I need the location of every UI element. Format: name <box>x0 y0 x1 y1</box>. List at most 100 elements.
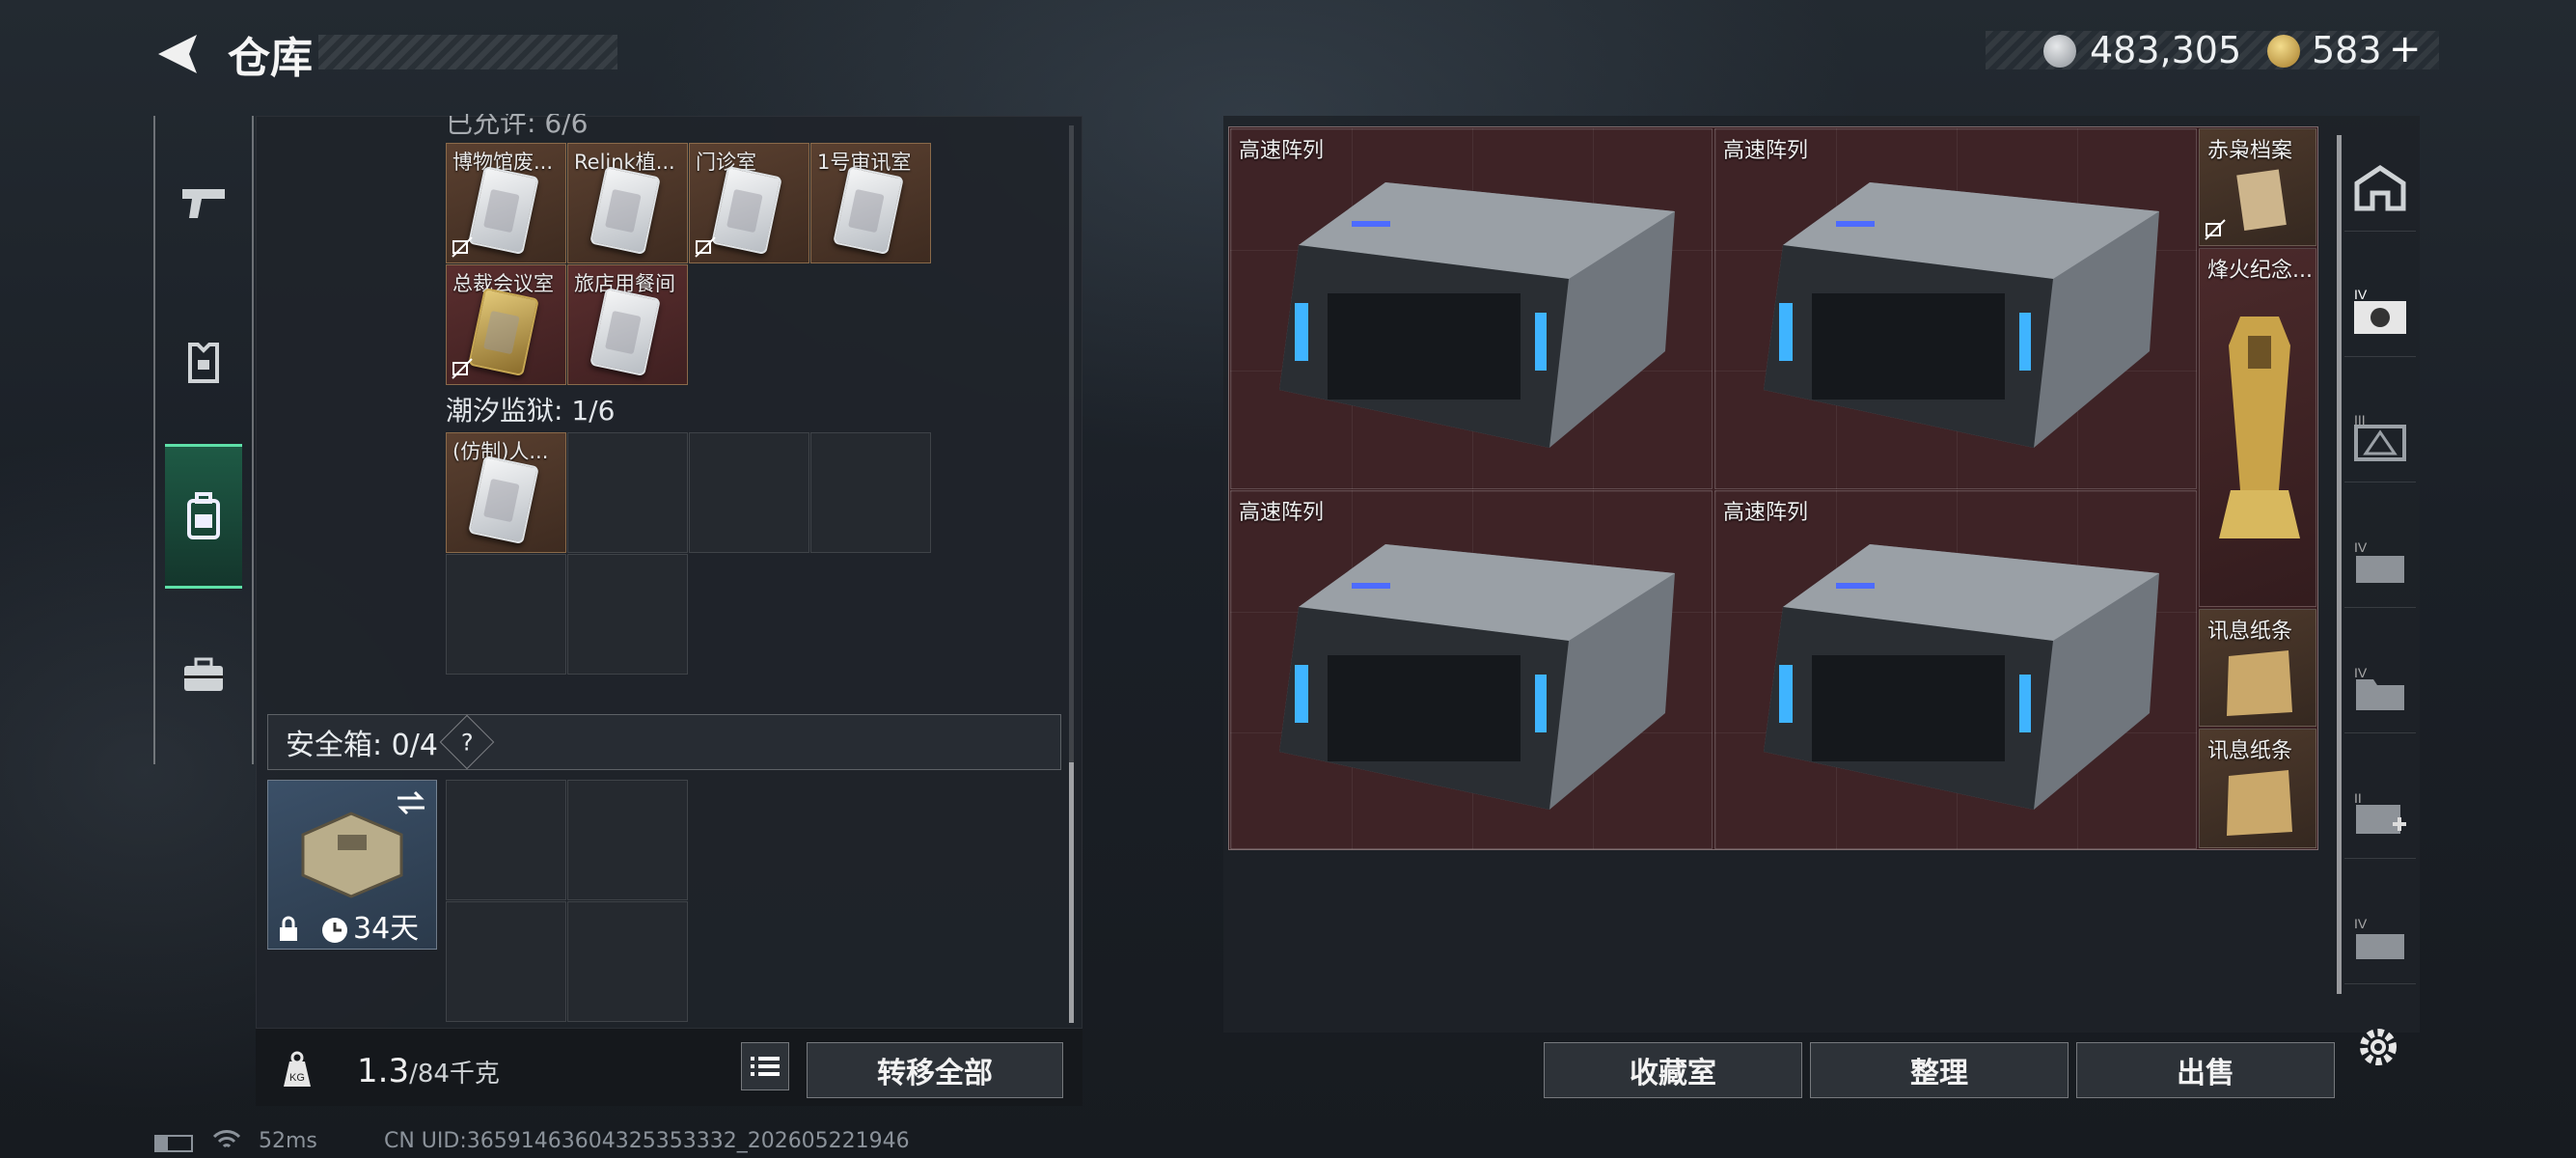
safebox-slot[interactable] <box>567 780 688 900</box>
safebox-slot[interactable] <box>446 780 566 900</box>
storage-item-large[interactable]: 高速阵列 <box>1714 490 2197 849</box>
silver-currency-value: 483,305 <box>2090 29 2242 71</box>
empty-slot[interactable] <box>567 554 688 675</box>
safebox-container[interactable]: 34天 <box>267 780 437 950</box>
keycard-image <box>468 455 539 545</box>
trophy-icon <box>2219 317 2300 538</box>
item-label: 高速阵列 <box>1723 139 1809 163</box>
sell-button[interactable]: 出售 <box>2076 1042 2335 1098</box>
list-icon <box>751 1057 780 1076</box>
weight-readout: 1.3/84千克 <box>357 1052 500 1090</box>
item-label: 高速阵列 <box>1239 139 1325 163</box>
uid-readout: CN UID:36591463604325353332_202605221946 <box>384 1129 910 1153</box>
safebox-slot[interactable] <box>446 901 566 1022</box>
rail-backpack[interactable] <box>165 444 242 589</box>
item-label: 烽火纪念... <box>2207 259 2313 283</box>
armor-icon <box>188 343 219 383</box>
server-array-image <box>1764 182 2159 448</box>
key-item[interactable]: Relink植... <box>567 143 688 263</box>
untradable-icon <box>2205 219 2226 240</box>
key-item[interactable]: 1号审讯室 <box>810 143 931 263</box>
safebox-timer: 34天 <box>353 912 420 946</box>
storage-item[interactable]: 烽火纪念... <box>2199 248 2316 607</box>
storage-item-large[interactable]: 高速阵列 <box>1714 128 2197 489</box>
settings-button[interactable] <box>2354 1023 2402 1071</box>
safebox-label: 安全箱: 0/4 <box>286 729 438 762</box>
keycard-image <box>589 287 661 377</box>
gun-icon <box>182 189 225 218</box>
back-button[interactable] <box>154 29 205 79</box>
server-array-image <box>1279 544 1675 810</box>
key-item[interactable]: (仿制)人... <box>446 432 566 553</box>
paper-note-icon <box>2227 650 2292 716</box>
storage-item[interactable]: 讯息纸条 <box>2199 609 2316 727</box>
rail-container-5[interactable]: II <box>2344 772 2416 859</box>
item-label: 高速阵列 <box>1723 501 1809 525</box>
wifi-icon <box>212 1129 241 1156</box>
rail-armor[interactable] <box>165 314 242 410</box>
rail-shelter[interactable] <box>2344 145 2416 232</box>
medkit-tier-icon: II <box>2354 790 2406 834</box>
case-tier-icon: IV <box>2354 539 2404 583</box>
untradable-icon <box>452 236 473 258</box>
sort-button[interactable]: 整理 <box>1810 1042 2069 1098</box>
safebox-header: 安全箱: 0/4 ? <box>267 714 1061 770</box>
tier-label: IV <box>2354 539 2368 555</box>
item-label: 讯息纸条 <box>2207 620 2293 644</box>
empty-slot[interactable] <box>810 432 931 553</box>
rail-container-2[interactable]: III <box>2344 396 2416 482</box>
server-array-image <box>1764 544 2159 810</box>
panel-scrollbar-thumb[interactable] <box>1069 762 1074 1023</box>
key-item[interactable]: 门诊室 <box>689 143 809 263</box>
add-currency-button[interactable]: + <box>2389 27 2422 71</box>
keycard-image <box>711 165 782 256</box>
keycard-image <box>589 165 661 256</box>
silver-coin-icon <box>2043 35 2076 68</box>
battery-icon <box>154 1135 193 1152</box>
empty-slot[interactable] <box>689 432 809 553</box>
tier-label: IV <box>2354 916 2368 931</box>
storage-item[interactable]: 讯息纸条 <box>2199 729 2316 848</box>
safebox-image <box>301 812 403 898</box>
rail-container-3[interactable]: IV <box>2344 521 2416 608</box>
rail-toolbox[interactable] <box>165 627 242 724</box>
home-shelter-icon <box>2354 164 2406 210</box>
key-item[interactable]: 旅店用餐间 <box>567 264 688 385</box>
rail-weapon[interactable] <box>165 154 242 251</box>
key-item[interactable]: 总裁会议室 <box>446 264 566 385</box>
empty-slot[interactable] <box>567 432 688 553</box>
key-item[interactable]: 博物馆废... <box>446 143 566 263</box>
back-arrow-icon <box>158 35 197 73</box>
tier-label: III <box>2354 413 2366 427</box>
keycard-image <box>468 287 539 377</box>
safebox-help-button[interactable]: ? <box>439 714 495 770</box>
case-tier-icon: III <box>2354 413 2406 461</box>
item-label: 高速阵列 <box>1239 501 1325 525</box>
gold-coin-icon <box>2267 35 2300 68</box>
keycard-image <box>468 165 539 256</box>
storage-item-large[interactable]: 高速阵列 <box>1230 490 1713 849</box>
weight-value: 1.3 <box>357 1052 410 1090</box>
gold-currency-value: 583 <box>2312 29 2382 71</box>
ping-readout: 52ms <box>259 1129 317 1153</box>
server-array-image <box>1279 182 1675 448</box>
list-view-button[interactable] <box>741 1042 789 1090</box>
storage-item-large[interactable]: 高速阵列 <box>1230 128 1713 489</box>
weight-icon: KG <box>278 1050 316 1089</box>
storage-item[interactable]: 赤枭档案 <box>2199 128 2316 246</box>
lock-icon <box>280 916 297 941</box>
weight-max: /84千克 <box>409 1060 500 1089</box>
tier-label: IV <box>2354 665 2368 680</box>
tier-label: IV <box>2354 288 2368 302</box>
transfer-all-button[interactable]: 转移全部 <box>807 1042 1063 1098</box>
rail-container-6[interactable]: IV <box>2344 897 2416 984</box>
rail-container-4[interactable]: IV <box>2344 647 2416 733</box>
safebox-slot[interactable] <box>567 901 688 1022</box>
untradable-icon <box>695 236 716 258</box>
empty-slot[interactable] <box>446 554 566 675</box>
rail-container-1[interactable]: IV <box>2344 270 2416 357</box>
paper-note-icon <box>2227 770 2292 836</box>
toolbox-icon <box>184 657 223 691</box>
collection-room-button[interactable]: 收藏室 <box>1544 1042 1802 1098</box>
swap-icon[interactable] <box>394 788 428 817</box>
